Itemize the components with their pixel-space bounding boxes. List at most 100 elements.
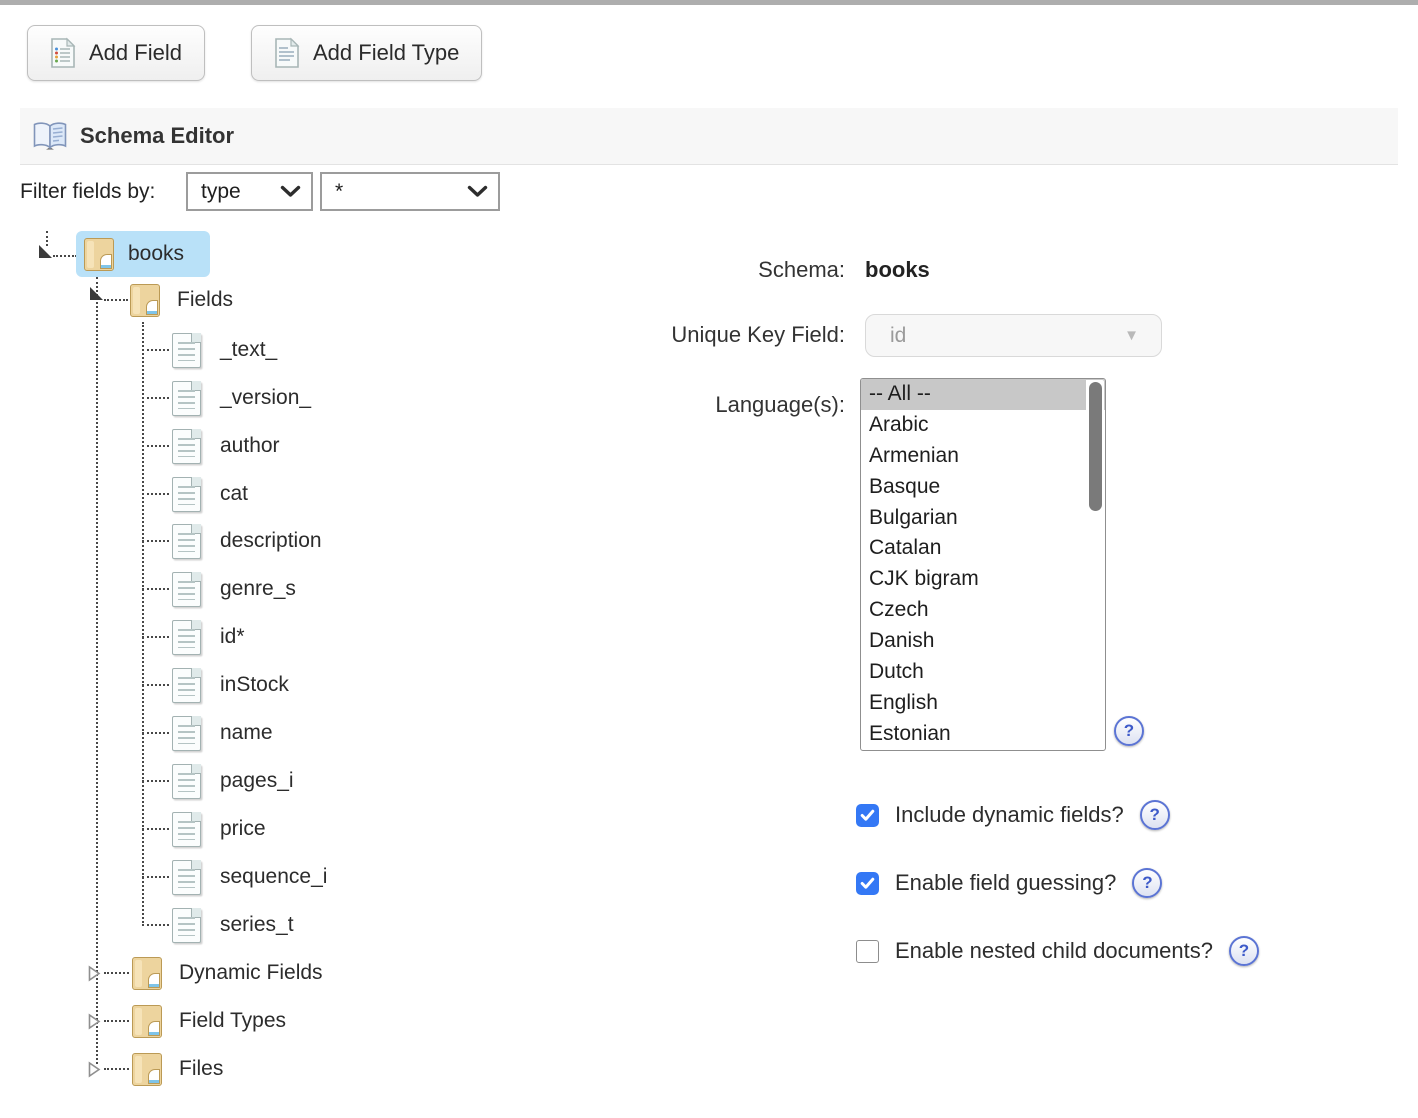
tree-field-label: _version_ xyxy=(220,386,311,410)
tree-field-row[interactable]: pages_i xyxy=(142,758,294,804)
tree-node-books[interactable]: books xyxy=(76,231,210,277)
add-field-button[interactable]: Add Field xyxy=(27,25,205,81)
add-field-type-label: Add Field Type xyxy=(313,40,459,66)
tree-connector xyxy=(104,972,129,974)
filter-by-value: type xyxy=(201,180,241,204)
tree-connector xyxy=(142,540,169,542)
document-icon xyxy=(172,477,201,512)
tree-field-row[interactable]: cat xyxy=(142,471,248,517)
unique-key-field-label: Unique Key Field: xyxy=(545,322,845,348)
tree-node-fields[interactable]: Fields xyxy=(130,277,233,323)
document-text-icon xyxy=(274,37,300,69)
checkbox-label: Enable nested child documents? xyxy=(895,938,1213,964)
language-option[interactable]: Catalan xyxy=(861,533,1105,564)
enable-nested-child-documents-checkbox[interactable] xyxy=(856,940,879,963)
tree-node-files[interactable]: Files xyxy=(88,1046,223,1092)
language-option[interactable]: Czech xyxy=(861,595,1105,626)
language-option[interactable]: Estonian xyxy=(861,719,1105,750)
scrollbar-thumb[interactable] xyxy=(1089,382,1102,511)
language-option[interactable]: English xyxy=(861,688,1105,719)
document-icon xyxy=(172,668,201,703)
folder-icon xyxy=(132,957,162,990)
help-icon[interactable]: ? xyxy=(1140,800,1170,830)
tree-connector xyxy=(142,588,169,590)
language-option[interactable]: Danish xyxy=(861,626,1105,657)
page-title: Schema Editor xyxy=(80,123,234,149)
tree-field-label: pages_i xyxy=(220,769,294,793)
language-option[interactable]: Arabic xyxy=(861,410,1105,441)
tree-connector xyxy=(142,828,169,830)
tree-field-row[interactable]: price xyxy=(142,806,266,852)
document-icon xyxy=(172,381,201,416)
tree-field-row[interactable]: name xyxy=(142,710,273,756)
add-field-type-button[interactable]: Add Field Type xyxy=(251,25,482,81)
collapsed-arrow-icon[interactable] xyxy=(88,1013,101,1030)
include-dynamic-fields-checkbox[interactable] xyxy=(856,804,879,827)
tree-field-row[interactable]: _version_ xyxy=(142,375,311,421)
enable-field-guessing-row: Enable field guessing? ? xyxy=(856,868,1162,898)
filter-fields-label: Filter fields by: xyxy=(20,180,155,204)
language-option[interactable]: CJK bigram xyxy=(861,564,1105,595)
tree-field-row[interactable]: id* xyxy=(142,614,245,660)
tree-connector xyxy=(46,231,48,246)
tree-field-row[interactable]: _text_ xyxy=(142,327,277,373)
tree-connector xyxy=(142,349,169,351)
tree-field-label: cat xyxy=(220,482,248,506)
tree-connector xyxy=(142,732,169,734)
language-option[interactable]: Armenian xyxy=(861,441,1105,472)
tree-field-row[interactable]: description xyxy=(142,518,322,564)
language-option[interactable]: Bulgarian xyxy=(861,503,1105,534)
unique-key-value: id xyxy=(890,324,906,348)
tree-field-label: author xyxy=(220,434,280,458)
language-option[interactable]: Basque xyxy=(861,472,1105,503)
tree-field-row[interactable]: inStock xyxy=(142,662,289,708)
tree-connector xyxy=(53,255,77,257)
tree-node-label: Fields xyxy=(177,288,233,312)
unique-key-select[interactable]: id ▼ xyxy=(865,314,1162,357)
collapsed-arrow-icon[interactable] xyxy=(88,1061,101,1078)
expanded-arrow-icon[interactable] xyxy=(39,245,52,258)
document-icon xyxy=(172,572,201,607)
tree-field-row[interactable]: author xyxy=(142,423,280,469)
add-field-label: Add Field xyxy=(89,40,182,66)
tree-field-row[interactable]: sequence_i xyxy=(142,854,327,900)
filter-pattern-select[interactable]: * xyxy=(320,172,500,211)
filter-by-select[interactable]: type xyxy=(186,172,313,211)
folder-icon xyxy=(130,284,160,317)
document-icon xyxy=(172,908,201,943)
enable-nested-child-documents-row: Enable nested child documents? ? xyxy=(856,936,1259,966)
tree-node-dynamic-fields[interactable]: Dynamic Fields xyxy=(88,950,323,996)
help-icon[interactable]: ? xyxy=(1132,868,1162,898)
tree-node-label: Field Types xyxy=(179,1009,286,1033)
folder-icon xyxy=(132,1053,162,1086)
language-option[interactable]: Dutch xyxy=(861,657,1105,688)
include-dynamic-fields-row: Include dynamic fields? ? xyxy=(856,800,1170,830)
expanded-arrow-icon[interactable] xyxy=(90,287,103,300)
tree-field-row[interactable]: genre_s xyxy=(142,566,296,612)
language-option[interactable]: -- All -- xyxy=(861,379,1105,410)
tree-node-field-types[interactable]: Field Types xyxy=(88,998,286,1044)
document-icon xyxy=(172,812,201,847)
tree-field-label: _text_ xyxy=(220,338,277,362)
checkbox-label: Include dynamic fields? xyxy=(895,802,1124,828)
document-icon xyxy=(172,716,201,751)
checkmark-icon xyxy=(860,877,875,890)
enable-field-guessing-checkbox[interactable] xyxy=(856,872,879,895)
checkbox-label: Enable field guessing? xyxy=(895,870,1116,896)
languages-label: Language(s): xyxy=(545,392,845,418)
help-icon[interactable]: ? xyxy=(1229,936,1259,966)
folder-icon xyxy=(84,238,114,271)
languages-listbox[interactable]: -- All -- Arabic Armenian Basque Bulgari… xyxy=(860,378,1106,751)
document-icon xyxy=(172,860,201,895)
help-icon[interactable]: ? xyxy=(1114,716,1144,746)
tree-field-row[interactable]: series_t xyxy=(142,902,294,948)
tree-connector xyxy=(142,493,169,495)
tree-field-label: series_t xyxy=(220,913,294,937)
tree-field-label: name xyxy=(220,721,273,745)
collapsed-arrow-icon[interactable] xyxy=(88,965,101,982)
document-icon xyxy=(172,620,201,655)
document-icon xyxy=(172,764,201,799)
document-icon xyxy=(172,429,201,464)
tree-connector xyxy=(142,924,169,926)
checkmark-icon xyxy=(860,809,875,822)
